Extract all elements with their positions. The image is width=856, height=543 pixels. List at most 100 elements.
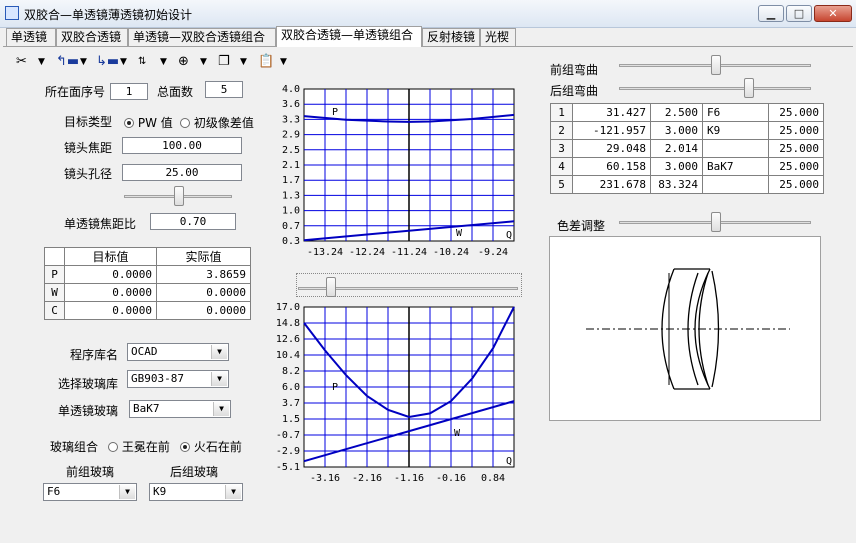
pwc-row-name: P [44, 265, 65, 284]
tab-single-doublet[interactable]: 单透镜—双胶合透镜组合 [128, 28, 276, 46]
lens-glass-cell[interactable]: BaK7 [702, 157, 769, 176]
glass-combo-crown-radio[interactable]: 王冕在前 [108, 438, 170, 455]
aperture-slider-thumb[interactable] [174, 186, 184, 206]
pwc-target-cell[interactable]: 0.0000 [64, 265, 157, 284]
radio-selected-icon [124, 118, 134, 128]
chevron-down-icon[interactable]: ▼ [211, 372, 227, 386]
lens-aperture-cell[interactable]: 25.000 [768, 139, 824, 158]
y-tick-label: 3.7 [282, 398, 300, 409]
pwc-row-name: C [44, 301, 65, 320]
tab-doublet-single[interactable]: 双胶合透镜—单透镜组合 [276, 26, 422, 47]
surface-index-field[interactable]: 1 [110, 83, 148, 100]
lens-thickness-cell[interactable]: 2.500 [650, 103, 703, 122]
target-type-primary-radio[interactable]: 初级像差值 [180, 114, 254, 131]
program-library-select[interactable]: OCAD ▼ [127, 343, 229, 361]
target-type-pw-label: PW 值 [137, 116, 173, 130]
lens-aperture-cell[interactable]: 25.000 [768, 103, 824, 122]
chevron-down-icon[interactable]: ▼ [200, 53, 207, 71]
copy-icon[interactable]: ❐ [218, 53, 230, 71]
pwc-target-cell[interactable]: 0.0000 [64, 283, 157, 302]
chevron-down-icon[interactable]: ▼ [120, 53, 127, 71]
tab-reflecting-prism[interactable]: 反射棱镜 [422, 28, 480, 46]
chevron-down-icon[interactable]: ▼ [225, 485, 241, 499]
target-type-pw-radio[interactable]: PW 值 [124, 114, 173, 131]
glass-combo-label: 玻璃组合 [50, 440, 99, 454]
program-library-label: 程序库名 [70, 348, 119, 362]
x-tick-label: -12.24 [349, 247, 385, 258]
y-tick-label: 12.6 [276, 334, 300, 345]
aperture-label: 镜头孔径 [64, 167, 113, 181]
lens-radius-cell[interactable]: -121.957 [572, 121, 651, 140]
lens-thickness-cell[interactable]: 2.014 [650, 139, 703, 158]
lens-thickness-cell[interactable]: 83.324 [650, 175, 703, 194]
rear-bend-slider-thumb[interactable] [744, 78, 754, 98]
lens-radius-cell[interactable]: 60.158 [572, 157, 651, 176]
tab-doublet[interactable]: 双胶合透镜 [56, 28, 128, 46]
target-type-primary-label: 初级像差值 [193, 116, 254, 130]
front-bend-label: 前组弯曲 [550, 63, 599, 77]
single-glass-select[interactable]: BaK7 ▼ [129, 400, 231, 418]
rear-glass-select[interactable]: K9 ▼ [149, 483, 243, 501]
lens-aperture-cell[interactable]: 25.000 [768, 175, 824, 194]
table-row: W 0.0000 0.0000 [44, 283, 251, 302]
chevron-down-icon[interactable]: ▼ [240, 53, 247, 71]
y-tick-label: 4.0 [282, 84, 300, 95]
close-button[interactable]: ✕ [814, 5, 852, 22]
y-tick-label: 14.8 [276, 318, 300, 329]
color-adjust-slider-thumb[interactable] [711, 212, 721, 232]
x-tick-label: -13.24 [307, 247, 343, 258]
total-surfaces-field[interactable]: 5 [205, 81, 243, 98]
lens-surface-index: 5 [550, 175, 573, 194]
aperture-field[interactable]: 25.00 [122, 164, 242, 181]
lens-surface-index: 4 [550, 157, 573, 176]
lens-glass-cell[interactable]: K9 [702, 121, 769, 140]
x-tick-label: -2.16 [352, 473, 382, 484]
lens-radius-cell[interactable]: 29.048 [572, 139, 651, 158]
lens-aperture-cell[interactable]: 25.000 [768, 157, 824, 176]
lens-thickness-cell[interactable]: 3.000 [650, 157, 703, 176]
chevron-down-icon[interactable]: ▼ [160, 53, 167, 71]
lens-aperture-cell[interactable]: 25.000 [768, 121, 824, 140]
glass-combo-flint-label: 火石在前 [193, 440, 242, 454]
move-down-icon[interactable]: ↳▬ [96, 53, 119, 71]
single-lens-ratio-label: 单透镜焦距比 [64, 217, 137, 231]
lens-glass-cell[interactable] [702, 175, 769, 194]
tab-single-lens[interactable]: 单透镜 [6, 28, 56, 46]
lens-glass-cell[interactable] [702, 139, 769, 158]
lens-thickness-cell[interactable]: 3.000 [650, 121, 703, 140]
rear-glass-value: K9 [153, 485, 167, 498]
middle-slider-focus [296, 273, 522, 297]
scissors-icon[interactable]: ✂ [16, 53, 27, 71]
pw-chart-top-svg: 4.03.63.32.92.52.11.71.31.00.70.3-13.24-… [282, 84, 515, 258]
paste-icon[interactable]: 📋 [258, 53, 274, 71]
chevron-down-icon[interactable]: ▼ [80, 53, 87, 71]
surface-index-label: 所在面序号 [45, 85, 106, 99]
chevron-down-icon[interactable]: ▼ [38, 53, 45, 71]
pwc-target-cell[interactable]: 0.0000 [64, 301, 157, 320]
rear-bend-slider-track[interactable] [619, 87, 811, 90]
lens-radius-cell[interactable]: 231.678 [572, 175, 651, 194]
tab-wedge[interactable]: 光楔 [480, 28, 516, 46]
move-up-icon[interactable]: ↰▬ [56, 53, 79, 71]
lens-radius-cell[interactable]: 31.427 [572, 103, 651, 122]
sort-icon[interactable]: ⇅ [138, 53, 146, 71]
chevron-down-icon[interactable]: ▼ [211, 345, 227, 359]
focal-length-field[interactable]: 100.00 [122, 137, 242, 154]
glass-combo-flint-radio[interactable]: 火石在前 [180, 438, 242, 455]
glass-library-select[interactable]: GB903-87 ▼ [127, 370, 229, 388]
chevron-down-icon[interactable]: ▼ [280, 53, 287, 71]
minimize-button[interactable]: ▁ [758, 5, 784, 22]
zoom-icon[interactable]: ⊕ [178, 53, 189, 71]
glass-combo-crown-label: 王冕在前 [121, 440, 170, 454]
chevron-down-icon[interactable]: ▼ [213, 402, 229, 416]
color-adjust-label: 色差调整 [557, 219, 606, 233]
lens-glass-cell[interactable]: F6 [702, 103, 769, 122]
focal-length-label: 镜头焦距 [64, 141, 113, 155]
front-bend-slider-thumb[interactable] [711, 55, 721, 75]
front-glass-value: F6 [47, 485, 61, 498]
single-lens-ratio-field[interactable]: 0.70 [150, 213, 236, 230]
chevron-down-icon[interactable]: ▼ [119, 485, 135, 499]
front-glass-select[interactable]: F6 ▼ [43, 483, 137, 501]
maximize-button[interactable]: □ [786, 5, 812, 22]
pwc-header-actual: 实际值 [156, 247, 251, 266]
